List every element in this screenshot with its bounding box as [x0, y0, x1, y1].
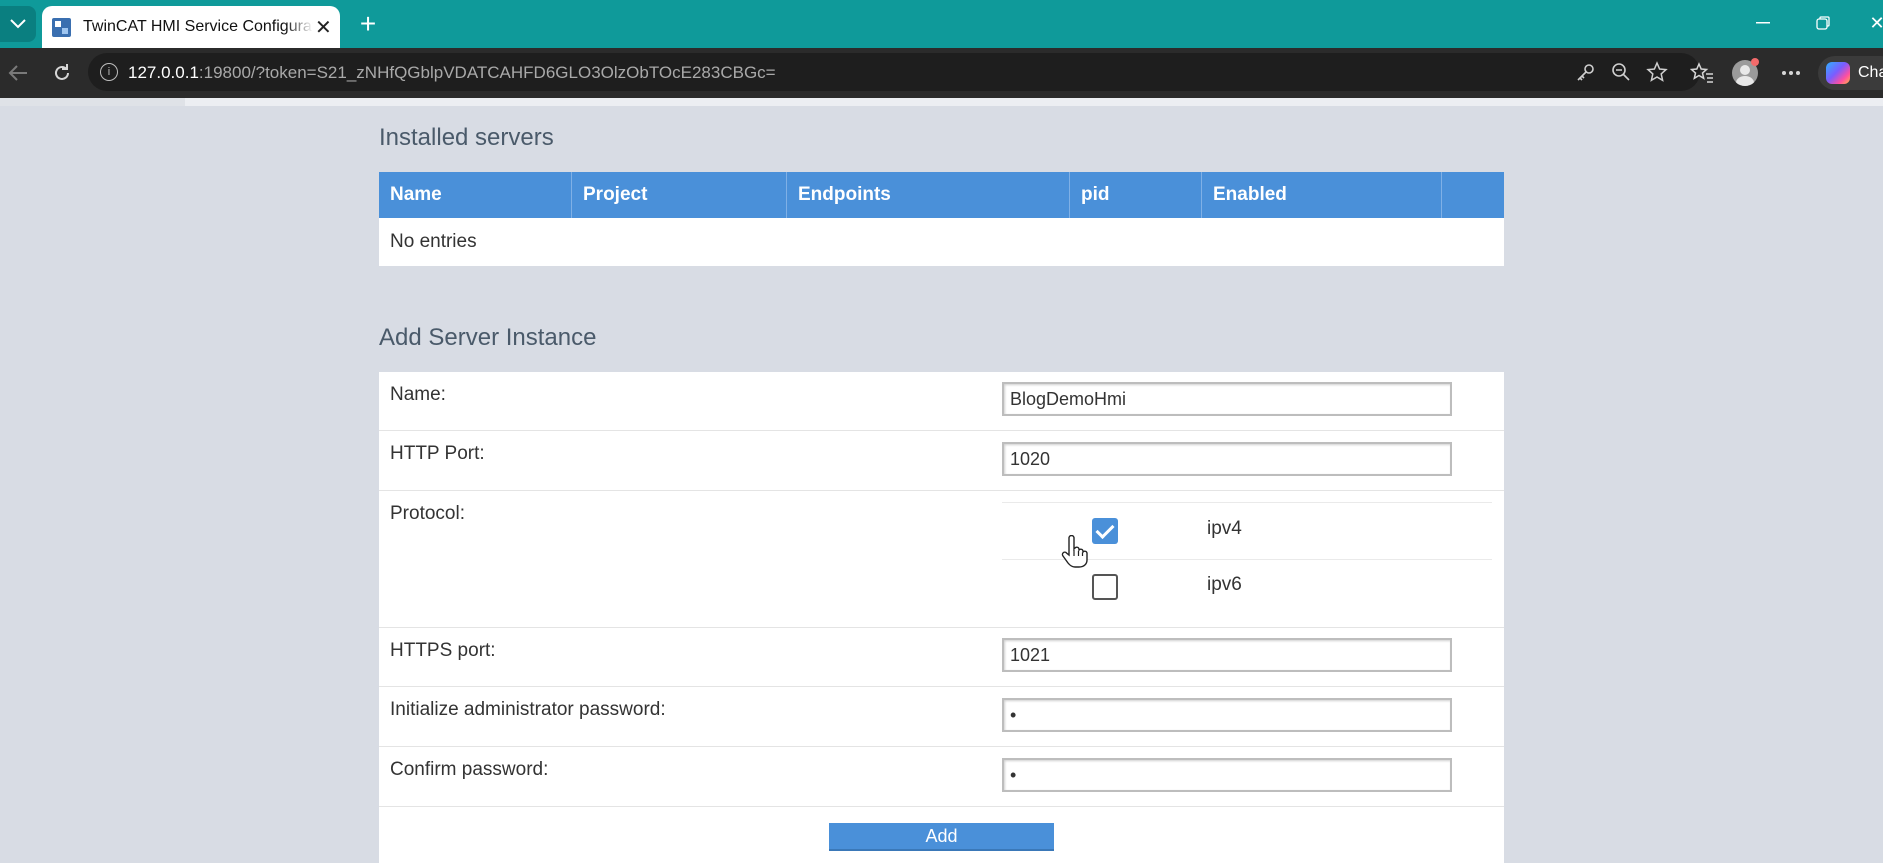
http-port-row: HTTP Port:: [379, 431, 1504, 491]
new-tab-icon[interactable]: +: [352, 8, 384, 40]
copilot-icon: [1826, 62, 1850, 84]
no-entries-text: No entries: [390, 231, 477, 252]
name-label: Name:: [390, 384, 446, 405]
url-text: 127.0.0.1:19800/?token=S21_zNHfQGblpVDAT…: [128, 63, 776, 82]
restore-icon[interactable]: [1808, 10, 1838, 36]
copilot-label: Cha: [1858, 64, 1883, 81]
http-port-label: HTTP Port:: [390, 443, 485, 464]
column-header-pid[interactable]: pid: [1070, 172, 1202, 218]
tab-title: TwinCAT HMI Service Configuration: [83, 18, 313, 35]
https-port-input[interactable]: [1002, 638, 1452, 672]
copilot-button[interactable]: Cha: [1818, 56, 1883, 90]
column-header-enabled[interactable]: Enabled: [1202, 172, 1442, 218]
reload-icon[interactable]: [48, 59, 76, 87]
admin-password-row: Initialize administrator password:: [379, 687, 1504, 747]
ipv6-label: ipv6: [1207, 574, 1242, 595]
https-port-row: HTTPS port:: [379, 628, 1504, 687]
table-header: Name Project Endpoints pid Enabled: [379, 172, 1504, 218]
admin-password-label: Initialize administrator password:: [390, 699, 666, 720]
favorite-star-icon[interactable]: [1646, 61, 1668, 83]
column-header-endpoints[interactable]: Endpoints: [787, 172, 1070, 218]
browser-tab[interactable]: TwinCAT HMI Service Configuration ✕: [42, 6, 340, 48]
http-port-input[interactable]: [1002, 442, 1452, 476]
back-icon[interactable]: [4, 59, 32, 87]
close-tab-icon[interactable]: ✕: [315, 15, 332, 40]
protocol-row: Protocol: ipv4 ipv6: [379, 491, 1504, 628]
column-header-actions: [1442, 172, 1504, 218]
notification-dot: [1751, 58, 1759, 66]
add-button[interactable]: Add: [829, 823, 1054, 851]
page-content: Installed servers Name Project Endpoints…: [0, 106, 1883, 863]
favorites-icon[interactable]: [1687, 59, 1717, 87]
confirm-password-input[interactable]: [1002, 758, 1452, 792]
minimize-icon[interactable]: [1748, 10, 1778, 36]
protocol-label: Protocol:: [390, 503, 465, 524]
tab-list-icon[interactable]: [0, 6, 36, 42]
admin-password-input[interactable]: [1002, 698, 1452, 732]
confirm-password-label: Confirm password:: [390, 759, 549, 780]
ipv4-label: ipv4: [1207, 518, 1242, 539]
twincat-favicon-icon: [52, 17, 71, 37]
name-input[interactable]: [1002, 382, 1452, 416]
installed-servers-table: Name Project Endpoints pid Enabled No en…: [379, 172, 1504, 266]
column-header-project[interactable]: Project: [572, 172, 787, 218]
more-icon[interactable]: [1776, 59, 1806, 87]
key-icon[interactable]: [1575, 61, 1597, 83]
add-server-title: Add Server Instance: [379, 324, 597, 351]
browser-tab-bar: TwinCAT HMI Service Configuration ✕ + ✕: [0, 0, 1883, 48]
page-scroll-strip: [0, 98, 1883, 106]
https-port-label: HTTPS port:: [390, 640, 496, 661]
name-row: Name:: [379, 372, 1504, 431]
hand-cursor-icon: [1061, 535, 1088, 568]
address-bar[interactable]: i 127.0.0.1:19800/?token=S21_zNHfQGblpVD…: [88, 53, 1700, 91]
browser-toolbar: i 127.0.0.1:19800/?token=S21_zNHfQGblpVD…: [0, 48, 1883, 98]
add-server-form: Name: HTTP Port: Protocol: ipv4 ipv6 HTT…: [379, 372, 1504, 863]
info-icon[interactable]: i: [100, 63, 118, 81]
ipv6-checkbox[interactable]: [1092, 574, 1118, 600]
column-header-name[interactable]: Name: [379, 172, 572, 218]
ipv4-checkbox[interactable]: [1092, 518, 1118, 544]
confirm-password-row: Confirm password:: [379, 747, 1504, 807]
window-close-icon[interactable]: ✕: [1862, 10, 1883, 36]
installed-servers-title: Installed servers: [379, 124, 554, 151]
zoom-out-icon[interactable]: [1610, 61, 1632, 83]
strip-segment: [0, 98, 185, 106]
